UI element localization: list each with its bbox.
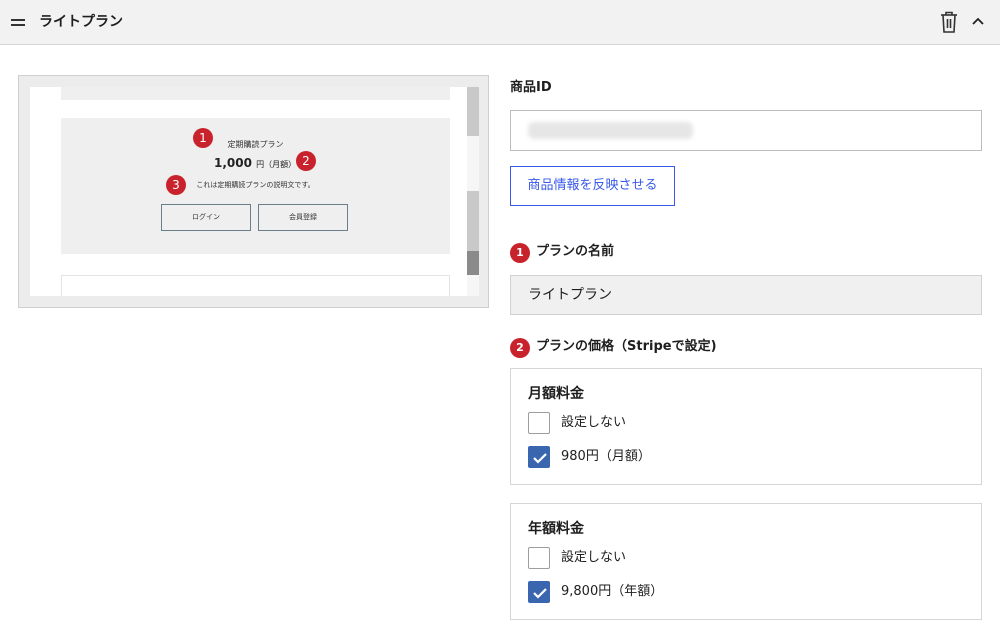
preview-plan-name: 定期購読プラン: [227, 140, 284, 149]
preview-signup-button: 会員登録: [258, 204, 348, 231]
checkbox-unchecked[interactable]: [528, 412, 550, 434]
monthly-option-980[interactable]: 980円（月額）: [528, 446, 828, 468]
checkmark-icon: [533, 588, 547, 599]
yearly-price-title: 年額料金: [528, 521, 584, 537]
yearly-option-9800[interactable]: 9,800円（年額）: [528, 581, 828, 603]
chevron-up-icon[interactable]: [970, 13, 986, 29]
preview-price-suffix: 円（月額）: [256, 160, 297, 169]
monthly-option-980-label: 980円（月額）: [561, 449, 651, 464]
monthly-option-none-label: 設定しない: [561, 415, 627, 430]
product-id-label: 商品ID: [510, 80, 552, 95]
checkbox-checked[interactable]: [528, 581, 550, 603]
preview-frame: 定期購読プラン 1,000 円（月額） これは定期購読プランの説明文です。 ログ…: [18, 75, 489, 308]
yearly-option-9800-label: 9,800円（年額）: [561, 584, 664, 599]
preview-price-amount: 1,000: [214, 156, 252, 170]
menu-icon[interactable]: [11, 17, 25, 27]
preview-login-button: ログイン: [161, 204, 251, 231]
preview-canvas: 定期購読プラン 1,000 円（月額） これは定期購読プランの説明文です。 ログ…: [30, 87, 479, 296]
product-id-value-blurred: [528, 122, 693, 139]
plan-name-label: プランの名前: [536, 244, 615, 259]
plan-price-label: プランの価格（Stripeで設定): [536, 339, 717, 354]
plan-price-badge: 2: [510, 338, 530, 358]
plan-name-badge: 1: [510, 243, 530, 263]
checkbox-unchecked[interactable]: [528, 547, 550, 569]
trash-icon[interactable]: [940, 11, 958, 33]
preview-price: 1,000 円（月額）: [214, 156, 296, 170]
monthly-option-none[interactable]: 設定しない: [528, 412, 828, 434]
block-header: ライトプラン: [0, 0, 1000, 45]
product-id-input[interactable]: [510, 110, 982, 151]
preview-scroll-segment: [467, 191, 479, 251]
preview-scroll-thumb[interactable]: [467, 251, 479, 275]
monthly-price-title: 月額料金: [528, 386, 584, 402]
preview-badge-1: 1: [193, 128, 213, 148]
preview-plan-card: 定期購読プラン 1,000 円（月額） これは定期購読プランの説明文です。 ログ…: [61, 118, 450, 254]
preview-description: これは定期購読プランの説明文です。: [196, 181, 315, 189]
preview-badge-2: 2: [296, 151, 316, 171]
preview-scroll-segment: [467, 87, 479, 136]
yearly-option-none-label: 設定しない: [561, 550, 627, 565]
checkmark-icon: [533, 453, 547, 464]
preview-badge-3: 3: [166, 175, 186, 195]
yearly-price-group: 年額料金 設定しない 9,800円（年額）: [510, 503, 982, 620]
yearly-option-none[interactable]: 設定しない: [528, 547, 828, 569]
monthly-price-group: 月額料金 設定しない 980円（月額）: [510, 368, 982, 485]
preview-card-top: [61, 87, 450, 100]
preview-card-bottom: [61, 275, 450, 296]
checkbox-checked[interactable]: [528, 446, 550, 468]
plan-name-field[interactable]: ライトプラン: [510, 275, 982, 315]
block-title: ライトプラン: [39, 14, 123, 30]
reflect-product-info-button[interactable]: 商品情報を反映させる: [510, 166, 675, 206]
